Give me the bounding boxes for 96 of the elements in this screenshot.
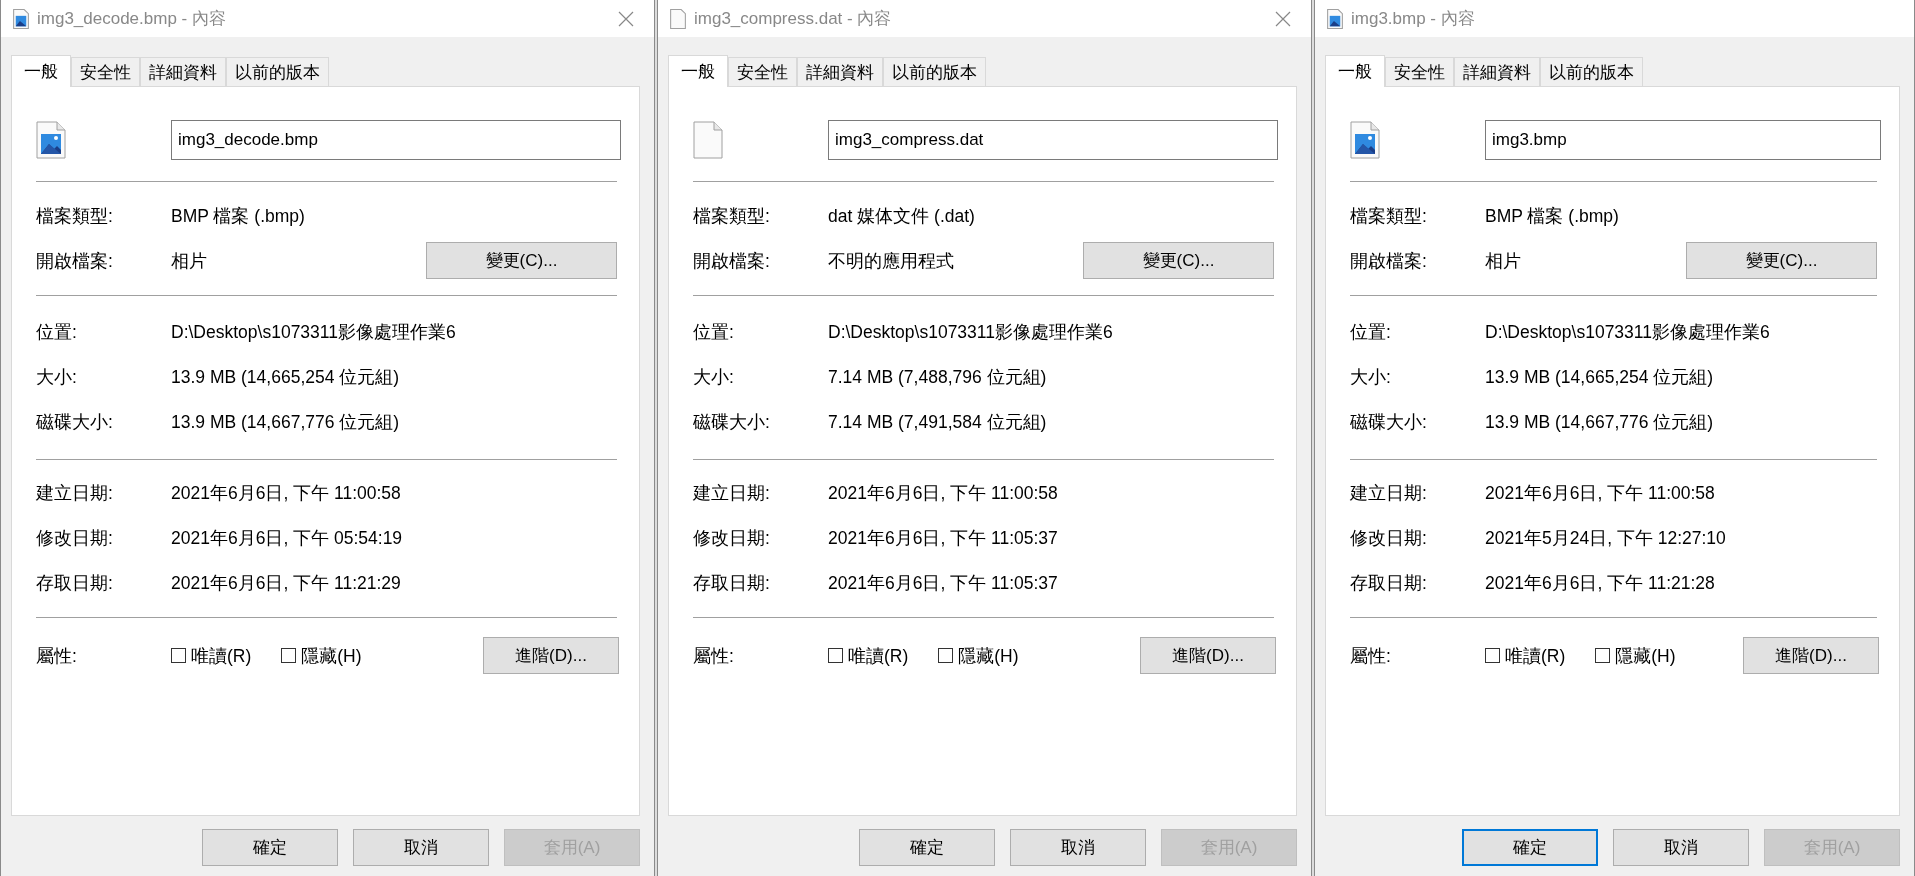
field-value: 2021年6月6日, 下午 05:54:19 [171, 526, 404, 550]
checkbox[interactable] [281, 648, 297, 663]
dialog-button[interactable]: 確定 [859, 829, 995, 866]
field-value: 13.9 MB (14,667,776 位元組) [1485, 410, 1715, 434]
checkbox-label: 唯讀(R) [191, 644, 252, 668]
checkbox-label: 隱藏(H) [958, 644, 1019, 668]
field-label: 磁碟大小: [36, 410, 114, 434]
field-value: BMP 檔案 (.bmp) [1485, 204, 1620, 228]
field-value: 13.9 MB (14,665,254 位元組) [171, 365, 401, 389]
dialog-button[interactable]: 確定 [202, 829, 338, 866]
window-title: img3_compress.dat - 內容 [694, 8, 893, 30]
field-value: 13.9 MB (14,665,254 位元組) [1485, 365, 1715, 389]
file-name-field[interactable]: img3_compress.dat [828, 120, 1278, 160]
window-title: img3.bmp - 內容 [1351, 8, 1476, 30]
tab[interactable]: 以前的版本 [1540, 57, 1643, 86]
field-label: 修改日期: [1350, 526, 1428, 550]
field-value: 2021年6月6日, 下午 11:00:58 [171, 481, 402, 505]
field-value: 2021年6月6日, 下午 11:00:58 [1485, 481, 1716, 505]
field-value: 2021年6月6日, 下午 11:05:37 [828, 526, 1059, 550]
field-label: 檔案類型: [36, 204, 114, 228]
field-label: 建立日期: [1350, 481, 1428, 505]
field-value: 2021年5月24日, 下午 12:27:10 [1485, 526, 1727, 550]
checkbox-label: 唯讀(R) [848, 644, 909, 668]
tab[interactable]: 詳細資料 [1454, 57, 1540, 86]
dialog-button[interactable]: 取消 [1010, 829, 1146, 866]
checkbox[interactable] [171, 648, 186, 663]
advanced-button[interactable]: 進階(D)... [1140, 637, 1276, 674]
field-label: 建立日期: [693, 481, 771, 505]
field-value: 13.9 MB (14,667,776 位元組) [171, 410, 401, 434]
field-label: 存取日期: [1350, 571, 1428, 595]
tab[interactable]: 安全性 [71, 57, 140, 86]
tab[interactable]: 安全性 [1385, 57, 1454, 86]
field-value: 7.14 MB (7,488,796 位元組) [828, 365, 1048, 389]
field-label: 開啟檔案: [36, 249, 114, 273]
tab[interactable]: 以前的版本 [226, 57, 329, 86]
field-value: 2021年6月6日, 下午 11:21:28 [1485, 571, 1716, 595]
field-label: 開啟檔案: [1350, 249, 1428, 273]
field-label: 檔案類型: [1350, 204, 1428, 228]
close-icon[interactable] [1275, 10, 1291, 27]
image-file-icon [1350, 121, 1380, 159]
tab[interactable]: 以前的版本 [883, 57, 986, 86]
checkbox[interactable] [1595, 648, 1611, 663]
checkbox-label: 隱藏(H) [301, 644, 362, 668]
image-file-icon [1327, 8, 1343, 29]
field-value: 相片 [171, 249, 208, 273]
field-value: dat 媒体文件 (.dat) [828, 204, 976, 228]
field-label: 檔案類型: [693, 204, 771, 228]
field-label: 修改日期: [36, 526, 114, 550]
field-value: D:\Desktop\s1073311影像處理作業6 [828, 320, 1114, 344]
image-file-icon [13, 8, 29, 29]
field-value: BMP 檔案 (.bmp) [171, 204, 306, 228]
field-value: D:\Desktop\s1073311影像處理作業6 [171, 320, 457, 344]
field-value: 2021年6月6日, 下午 11:05:37 [828, 571, 1059, 595]
field-value: 相片 [1485, 249, 1522, 273]
tab[interactable]: 詳細資料 [797, 57, 883, 86]
field-label: 位置: [36, 320, 78, 344]
dialog-button[interactable]: 取消 [353, 829, 489, 866]
advanced-button[interactable]: 進階(D)... [483, 637, 619, 674]
field-label: 存取日期: [693, 571, 771, 595]
field-label: 磁碟大小: [1350, 410, 1428, 434]
file-name-field[interactable]: img3_decode.bmp [171, 120, 621, 160]
tab[interactable]: 安全性 [728, 57, 797, 86]
field-label: 位置: [693, 320, 735, 344]
field-value: 2021年6月6日, 下午 11:00:58 [828, 481, 1059, 505]
checkbox[interactable] [1485, 648, 1500, 663]
change-button[interactable]: 變更(C)... [1083, 242, 1274, 279]
checkbox-label: 隱藏(H) [1615, 644, 1676, 668]
window-title: img3_decode.bmp - 內容 [37, 8, 227, 30]
field-value: 2021年6月6日, 下午 11:21:29 [171, 571, 402, 595]
tab[interactable]: 詳細資料 [140, 57, 226, 86]
tab[interactable]: 一般 [11, 55, 71, 87]
checkbox-label: 唯讀(R) [1505, 644, 1566, 668]
field-label: 大小: [36, 365, 78, 389]
field-label: 屬性: [693, 644, 735, 668]
tab[interactable]: 一般 [668, 55, 728, 87]
field-label: 開啟檔案: [693, 249, 771, 273]
field-label: 大小: [1350, 365, 1392, 389]
field-value: 7.14 MB (7,491,584 位元組) [828, 410, 1048, 434]
checkbox[interactable] [828, 648, 843, 663]
field-value: 不明的應用程式 [828, 249, 955, 273]
field-label: 修改日期: [693, 526, 771, 550]
image-file-icon [36, 121, 66, 159]
field-label: 屬性: [36, 644, 78, 668]
field-label: 存取日期: [36, 571, 114, 595]
field-label: 位置: [1350, 320, 1392, 344]
field-label: 建立日期: [36, 481, 114, 505]
blank-file-icon [693, 121, 723, 159]
blank-file-icon [670, 8, 686, 29]
field-label: 大小: [693, 365, 735, 389]
tab[interactable]: 一般 [1325, 55, 1385, 87]
field-label: 磁碟大小: [693, 410, 771, 434]
checkbox[interactable] [938, 648, 954, 663]
change-button[interactable]: 變更(C)... [426, 242, 617, 279]
field-label: 屬性: [1350, 644, 1392, 668]
close-icon[interactable] [618, 10, 634, 27]
field-value: D:\Desktop\s1073311影像處理作業6 [1485, 320, 1771, 344]
